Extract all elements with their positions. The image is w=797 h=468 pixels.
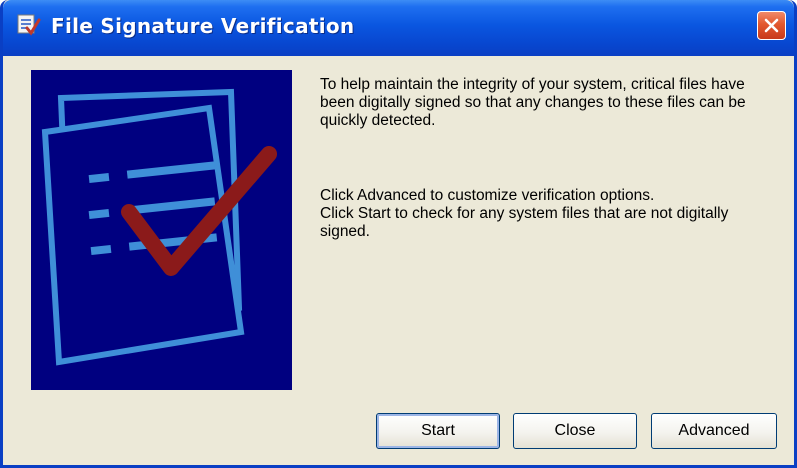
close-window-button[interactable] (757, 11, 786, 40)
close-icon (764, 18, 779, 33)
document-checkmark-illustration (31, 70, 292, 390)
close-button[interactable]: Close (513, 413, 637, 449)
start-hint-message: Click Start to check for any system file… (320, 205, 729, 240)
file-verify-icon (15, 11, 41, 37)
start-button[interactable]: Start (376, 413, 500, 449)
advanced-hint-message: Click Advanced to customize verification… (320, 187, 655, 204)
window-title: File Signature Verification (51, 14, 355, 38)
advanced-button[interactable]: Advanced (651, 413, 777, 449)
integrity-message: To help maintain the integrity of your s… (320, 76, 746, 129)
title-bar[interactable]: File Signature Verification (3, 0, 794, 56)
file-signature-verification-dialog: File Signature Verification To help main… (0, 0, 797, 468)
document-checkmark-icon (41, 88, 277, 366)
